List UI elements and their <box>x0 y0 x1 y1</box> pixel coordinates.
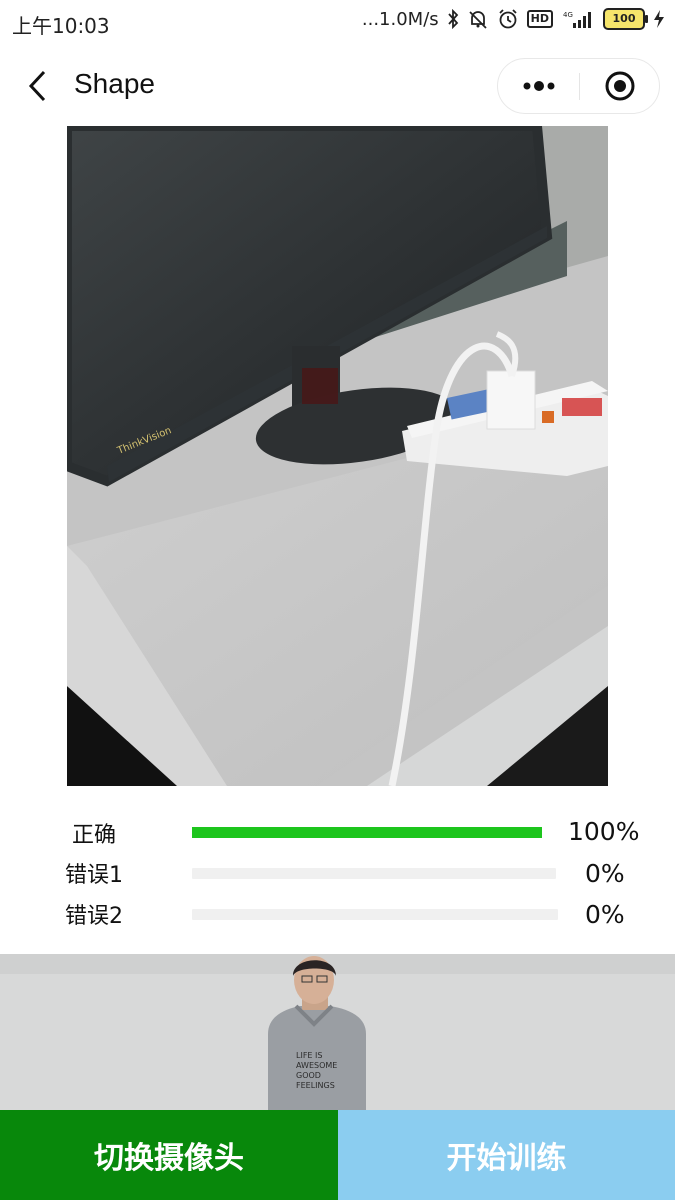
shirt-text-2: AWESOME <box>296 1061 337 1070</box>
result-row-correct: 正确 100% <box>0 815 675 851</box>
result-label: 错误2 <box>65 904 123 929</box>
network-speed: ...1.0M/s <box>361 8 439 30</box>
back-arrow-icon[interactable] <box>24 68 54 104</box>
navigation-bar: Shape <box>0 50 675 122</box>
page-title: Shape <box>74 68 155 99</box>
mute-icon <box>467 9 489 29</box>
result-value: 0% <box>585 900 625 929</box>
result-row-error1: 错误1 0% <box>0 856 675 892</box>
battery-icon: 100 <box>603 8 648 30</box>
progress-track <box>192 827 542 838</box>
target-close-icon[interactable] <box>580 59 660 113</box>
switch-camera-button[interactable]: 切换摄像头 <box>0 1110 338 1200</box>
hd-icon: HD <box>526 10 553 28</box>
charging-icon <box>653 9 665 29</box>
alarm-icon <box>497 8 519 30</box>
result-value: 100% <box>568 817 640 846</box>
signal-icon: 4G <box>561 9 595 29</box>
start-training-button[interactable]: 开始训练 <box>338 1110 675 1200</box>
svg-text:4G: 4G <box>563 11 573 19</box>
shirt-text-3: GOOD <box>296 1071 321 1080</box>
progress-track <box>192 868 556 879</box>
progress-track <box>192 909 558 920</box>
status-icons: ...1.0M/s HD 4G 100 <box>362 8 665 30</box>
result-label: 错误1 <box>65 863 123 888</box>
progress-fill <box>192 827 542 838</box>
captured-photo: ThinkVision <box>67 126 608 786</box>
result-value: 0% <box>585 859 625 888</box>
camera-preview: LIFE IS AWESOME GOOD FEELINGS <box>0 954 675 1112</box>
more-dots-icon[interactable] <box>498 59 579 113</box>
status-bar: 上午10:03 ...1.0M/s HD 4G 100 <box>0 0 675 45</box>
clock: 上午10:03 <box>12 14 110 38</box>
menu-capsule <box>497 58 660 114</box>
shirt-text-4: FEELINGS <box>296 1081 335 1090</box>
shirt-text-1: LIFE IS <box>296 1051 322 1060</box>
bluetooth-icon <box>447 9 459 29</box>
result-label: 正确 <box>72 823 117 848</box>
result-row-error2: 错误2 0% <box>0 897 675 933</box>
